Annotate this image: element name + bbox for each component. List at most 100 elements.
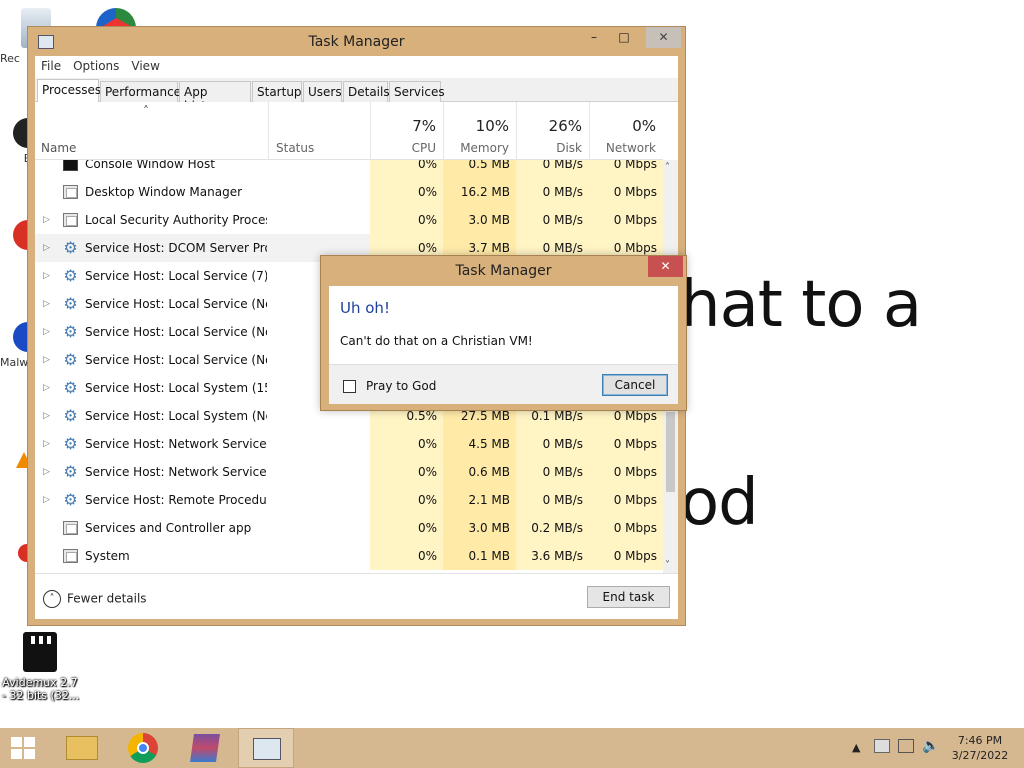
expand-arrow-icon[interactable]: ▷ (43, 346, 53, 374)
disk-value: 3.6 MB/s (516, 542, 589, 570)
show-hidden-icons[interactable]: ▲ (852, 741, 860, 754)
process-name: Local Security Authority Process... (85, 213, 267, 227)
table-row[interactable]: Services and Controller app 0% 3.0 MB 0.2 M… (35, 514, 663, 542)
service-gear-icon: ⚙ (63, 266, 78, 285)
taskbar-task-manager[interactable] (238, 728, 294, 768)
menu-bar: File Options View (35, 56, 678, 78)
scroll-down-icon[interactable]: ˅ (665, 560, 670, 571)
column-status-header[interactable]: Status (268, 102, 370, 160)
expand-arrow-icon[interactable]: ▷ (43, 402, 53, 430)
scroll-up-icon[interactable]: ˄ (665, 162, 670, 173)
desktop-icon-partial[interactable] (96, 8, 136, 28)
window-icon (63, 185, 78, 199)
process-name: Service Host: Local System (Net... (85, 409, 267, 423)
tab-details[interactable]: Details (343, 81, 390, 102)
cancel-button[interactable]: Cancel (602, 374, 668, 396)
row-spacer (43, 178, 53, 206)
scroll-thumb[interactable] (666, 412, 675, 492)
column-status: Status (276, 141, 315, 155)
memory-value: 4.5 MB (443, 430, 516, 458)
taskbar: ▲ 🔈 7:46 PM 3/27/2022 (0, 728, 1024, 768)
expand-arrow-icon[interactable]: ▷ (43, 234, 53, 262)
table-row[interactable]: Console Window Host 0% 0.5 MB 0 MB/s 0 Mbps (35, 160, 663, 178)
expand-arrow-icon[interactable]: ▷ (43, 318, 53, 346)
service-gear-icon: ⚙ (63, 378, 78, 397)
table-row[interactable]: ▷ Local Security Authority Process... 0%3.… (35, 206, 663, 234)
table-row[interactable]: ▷ ⚙ Service Host: Network Service (... 0% 0.… (35, 458, 663, 486)
table-row[interactable]: System 0% 0.1 MB 3.6 MB/s 0 Mbps (35, 542, 663, 570)
expand-arrow-icon[interactable]: ▷ (43, 290, 53, 318)
expand-arrow-icon[interactable]: ▷ (43, 206, 53, 234)
disk-value: 0.2 MB/s (516, 514, 589, 542)
end-task-button[interactable]: End task (587, 586, 670, 608)
tab-services[interactable]: Services (389, 81, 445, 102)
minimize-button[interactable]: – (579, 27, 609, 48)
file-explorer-icon (66, 736, 98, 760)
tab-performance[interactable]: Performance (100, 81, 181, 102)
network-label: Network (605, 141, 656, 155)
background-text-line-1: hat to a (680, 268, 922, 342)
taskbar-winrar[interactable] (177, 728, 233, 768)
desktop-icon-avidemux[interactable]: Avidemux 2.7 - 32 bits (32... (2, 632, 79, 702)
dialog-title: Task Manager (455, 263, 552, 279)
service-gear-icon: ⚙ (63, 238, 78, 257)
footer: ˄ Fewer details End task (35, 573, 678, 619)
system-clock[interactable]: 7:46 PM 3/27/2022 (948, 733, 1012, 763)
column-network[interactable]: 0% Network (589, 102, 663, 160)
memory-value: 16.2 MB (443, 178, 516, 206)
start-button[interactable] (0, 728, 48, 768)
expand-arrow-icon[interactable]: ▷ (43, 374, 53, 402)
network-value: 0 Mbps (589, 542, 663, 570)
column-cpu[interactable]: 7% CPU (370, 102, 443, 160)
pray-to-god-checkbox[interactable] (343, 380, 356, 393)
network-percent: 0% (632, 117, 656, 135)
volume-icon[interactable]: 🔈 (922, 738, 939, 754)
dialog-close-button[interactable]: ✕ (648, 256, 683, 277)
process-name: Service Host: Local Service (Net... (85, 297, 267, 311)
column-name[interactable]: Name (41, 141, 76, 155)
expand-arrow-icon[interactable]: ▷ (43, 486, 53, 514)
table-row[interactable]: ▷ ⚙ Service Host: Network Service (4) 0%4.5… (35, 430, 663, 458)
process-name: Desktop Window Manager (85, 185, 243, 199)
menu-view[interactable]: View (125, 56, 165, 73)
error-dialog: Task Manager ✕ Uh oh! Can't do that on a… (320, 255, 687, 411)
column-disk[interactable]: 26% Disk (516, 102, 589, 160)
taskbar-file-explorer[interactable] (54, 728, 110, 768)
clock-date: 3/27/2022 (951, 749, 1009, 762)
expand-arrow-icon[interactable]: ▷ (43, 430, 53, 458)
row-spacer (43, 160, 53, 178)
process-name: Services and Controller app (85, 521, 252, 535)
tab-processes[interactable]: Processes (37, 79, 101, 103)
cpu-value: 0% (370, 514, 443, 542)
close-button[interactable]: ✕ (646, 27, 681, 48)
column-memory[interactable]: 10% Memory (443, 102, 516, 160)
service-gear-icon: ⚙ (63, 350, 78, 369)
fewer-details-link[interactable]: ˄ Fewer details (43, 590, 147, 608)
expand-arrow-icon[interactable]: ▷ (43, 458, 53, 486)
menu-file[interactable]: File (35, 56, 67, 73)
checkbox-label[interactable]: Pray to God (366, 379, 436, 393)
tab-users[interactable]: Users (303, 81, 342, 102)
window-icon (63, 549, 78, 563)
taskbar-chrome[interactable] (115, 728, 171, 768)
network-value: 0 Mbps (589, 206, 663, 234)
clock-time: 7:46 PM (957, 734, 1003, 747)
expand-arrow-icon[interactable]: ▷ (43, 262, 53, 290)
cpu-label: CPU (411, 141, 436, 155)
tab-startup[interactable]: Startup (252, 81, 302, 102)
menu-options[interactable]: Options (67, 56, 125, 73)
network-icon[interactable] (898, 739, 914, 753)
tab-app-history[interactable]: App history (179, 81, 251, 113)
process-name: Console Window Host (85, 160, 215, 171)
cpu-value: 0% (370, 160, 443, 178)
cpu-value: 0% (370, 486, 443, 514)
table-row[interactable]: ▷ ⚙ Service Host: Remote Procedure... 0%2.1… (35, 486, 663, 514)
network-value: 0 Mbps (589, 458, 663, 486)
network-value: 0 Mbps (589, 514, 663, 542)
table-row[interactable]: Desktop Window Manager 0% 16.2 MB 0 MB/s 0 M… (35, 178, 663, 206)
maximize-button[interactable]: □ (609, 27, 639, 48)
process-name: Service Host: Local System (15) (85, 381, 267, 395)
title-bar[interactable]: Task Manager – □ ✕ (28, 27, 685, 56)
service-gear-icon: ⚙ (63, 322, 78, 341)
action-center-icon[interactable] (874, 739, 890, 753)
